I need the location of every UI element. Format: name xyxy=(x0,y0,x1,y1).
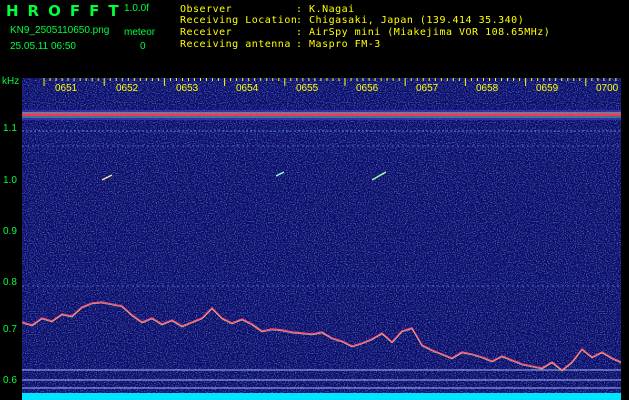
signal-trace xyxy=(21,301,622,371)
bottom-power-band xyxy=(22,393,621,400)
time-label-0652: 0652 xyxy=(116,83,139,94)
freq-label-0.8: 0.8 xyxy=(3,277,17,288)
reference-lines xyxy=(22,130,621,389)
meteor-ping-2 xyxy=(275,171,285,177)
time-label-0654: 0654 xyxy=(236,83,259,94)
unit-label: kHz xyxy=(2,76,19,87)
time-label-0700: 0700 xyxy=(596,83,619,94)
freq-axis: 1.1 1.0 0.9 0.8 0.7 0.6 xyxy=(3,123,17,386)
freq-label-0.6: 0.6 xyxy=(3,375,17,386)
time-label-0651: 0651 xyxy=(55,83,78,94)
time-label-0653: 0653 xyxy=(176,83,199,94)
spectrogram-overlay: kHz 0651 0652 0653 0654 0655 0656 0657 0… xyxy=(2,76,622,400)
time-label-0657: 0657 xyxy=(416,83,439,94)
freq-label-0.7: 0.7 xyxy=(3,324,17,335)
meteor-pings xyxy=(101,171,387,181)
time-label-0656: 0656 xyxy=(356,83,379,94)
time-label-0659: 0659 xyxy=(536,83,559,94)
time-label-0655: 0655 xyxy=(296,83,319,94)
time-axis: 0651 0652 0653 0654 0655 0656 0657 0658 … xyxy=(55,83,619,94)
freq-label-1.0: 1.0 xyxy=(3,175,17,186)
freq-label-1.1: 1.1 xyxy=(3,123,17,134)
carrier-band xyxy=(22,110,621,120)
meteor-ping-3 xyxy=(371,171,387,181)
time-label-0658: 0658 xyxy=(476,83,499,94)
signal-trace-shadow xyxy=(21,302,622,372)
freq-label-0.9: 0.9 xyxy=(3,226,17,237)
meteor-ping-1 xyxy=(101,174,113,181)
